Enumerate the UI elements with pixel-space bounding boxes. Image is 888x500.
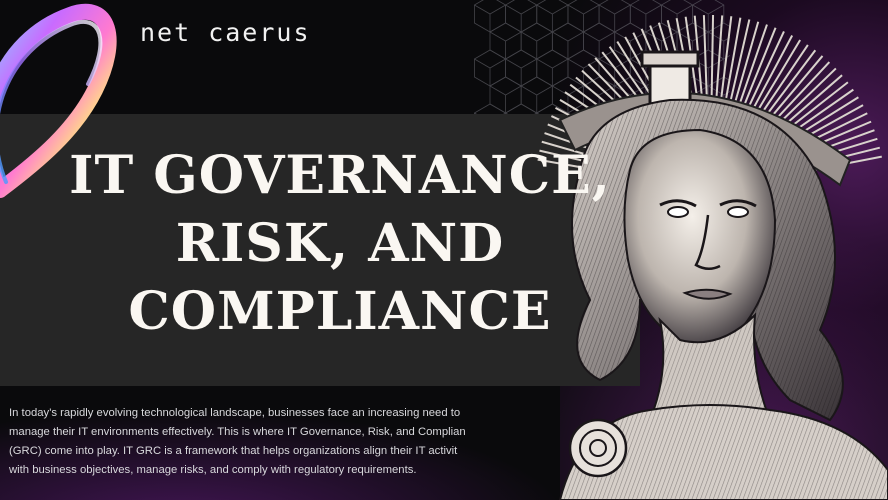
title-line-1: IT GOVERNANCE, [69,145,611,206]
intro-paragraph: In today's rapidly evolving technologica… [9,404,529,480]
title-line-3: COMPLIANCE [128,281,552,342]
banner-canvas: net caerus IT GOVERNANCE, RISK, AND COMP… [0,0,888,500]
paragraph-line: with business objectives, manage risks, … [9,464,417,476]
paragraph-line: manage their IT environments effectively… [9,426,466,438]
page-title: IT GOVERNANCE, RISK, AND COMPLIANCE [40,142,640,346]
brand-logo-text: net caerus [140,18,311,47]
paragraph-line: (GRC) come into play. IT GRC is a framew… [9,445,458,457]
title-line-2: RISK, AND [175,213,505,274]
paragraph-line: In today's rapidly evolving technologica… [9,407,461,419]
